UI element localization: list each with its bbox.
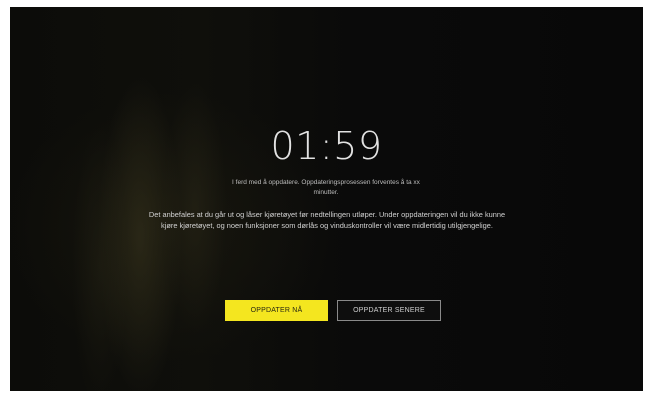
update-countdown-screen: 01:59 I ferd med å oppdatere. Oppdaterin… [10,7,643,391]
update-subtitle: I ferd med å oppdatere. Oppdateringspros… [232,179,420,196]
update-later-button[interactable]: OPPDATER SENERE [337,300,441,321]
update-details: Det anbefales at du går ut og låser kjør… [148,210,506,230]
update-now-button[interactable]: OPPDATER NÅ [225,300,328,321]
countdown-timer: 01:59 [270,124,383,168]
